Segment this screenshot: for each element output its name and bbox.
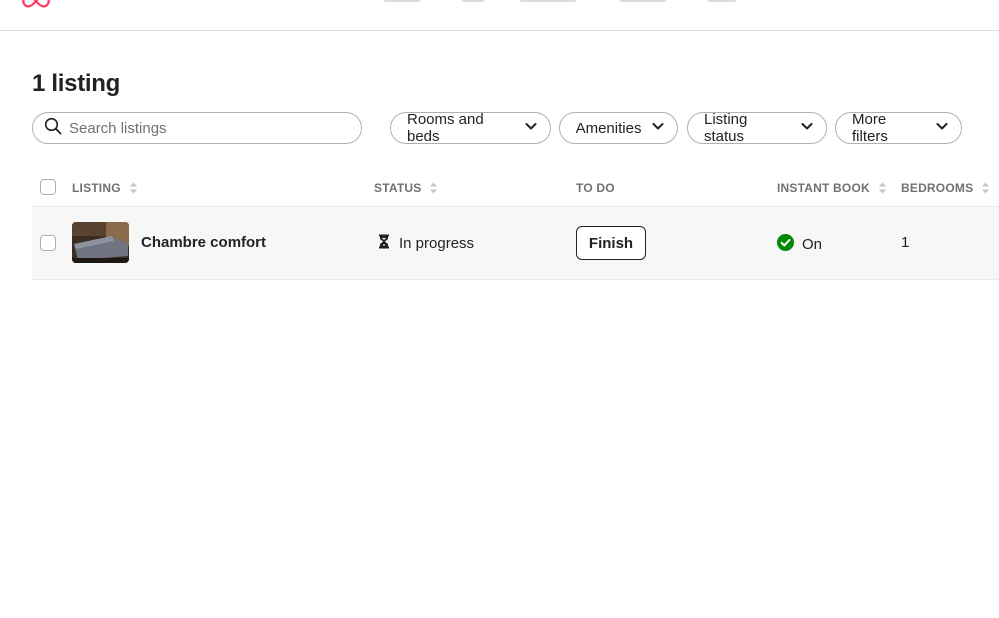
column-header-instant-book[interactable]: INSTANT BOOK	[777, 181, 887, 195]
filter-more-filters[interactable]: More filters	[835, 111, 962, 145]
column-header-bedrooms[interactable]: BEDROOMS	[901, 181, 990, 195]
page-title: 1 listing	[32, 70, 120, 97]
row-select-checkbox[interactable]	[40, 235, 56, 251]
sort-icon	[981, 182, 990, 194]
filter-amenities[interactable]: Amenities	[559, 112, 678, 144]
column-label: BEDROOMS	[901, 181, 974, 195]
sort-icon	[878, 182, 887, 194]
column-header-listing[interactable]: LISTING	[72, 181, 138, 195]
select-all-checkbox[interactable]	[40, 179, 56, 195]
filter-label: Listing status	[704, 111, 748, 145]
table-header: LISTING STATUS TO DO INSTANT BOOK BEDROO…	[32, 170, 999, 207]
filter-listing-status[interactable]: Listing status	[687, 111, 827, 145]
instant-book-label: On	[802, 236, 823, 253]
search-input[interactable]	[69, 119, 329, 137]
chevron-down-icon	[800, 119, 814, 137]
chevron-down-icon	[651, 119, 665, 137]
column-header-status[interactable]: STATUS	[374, 181, 438, 195]
chevron-down-icon	[935, 119, 949, 137]
filter-rooms-and-beds[interactable]: Rooms and beds	[390, 111, 551, 145]
column-label: STATUS	[374, 181, 422, 195]
top-navigation-bar	[0, 0, 999, 31]
status-label: In progress	[399, 235, 475, 252]
listing-name[interactable]: Chambre comfort	[141, 234, 266, 251]
check-circle-icon	[777, 234, 794, 255]
sort-icon	[429, 182, 438, 194]
listing-thumbnail[interactable]	[72, 222, 129, 263]
column-header-to-do: TO DO	[576, 181, 615, 195]
column-label: TO DO	[576, 181, 615, 195]
filter-label: Rooms and beds	[407, 111, 484, 145]
filter-label: Amenities	[575, 119, 642, 137]
finish-button[interactable]: Finish	[576, 226, 646, 260]
column-label: INSTANT BOOK	[777, 181, 870, 195]
listing-status: In progress	[378, 234, 474, 253]
chevron-down-icon	[524, 119, 538, 137]
hourglass-icon	[378, 234, 390, 253]
column-label: LISTING	[72, 181, 121, 195]
airbnb-logo-icon[interactable]	[20, 0, 52, 19]
filter-label: More filters	[852, 111, 888, 145]
sort-icon	[129, 182, 138, 194]
table-row[interactable]: Chambre comfort In progress Finish On 1	[32, 207, 999, 280]
search-box[interactable]	[32, 112, 362, 144]
bedrooms-count: 1	[901, 234, 910, 251]
search-icon	[44, 117, 62, 140]
instant-book-status: On	[777, 234, 822, 255]
